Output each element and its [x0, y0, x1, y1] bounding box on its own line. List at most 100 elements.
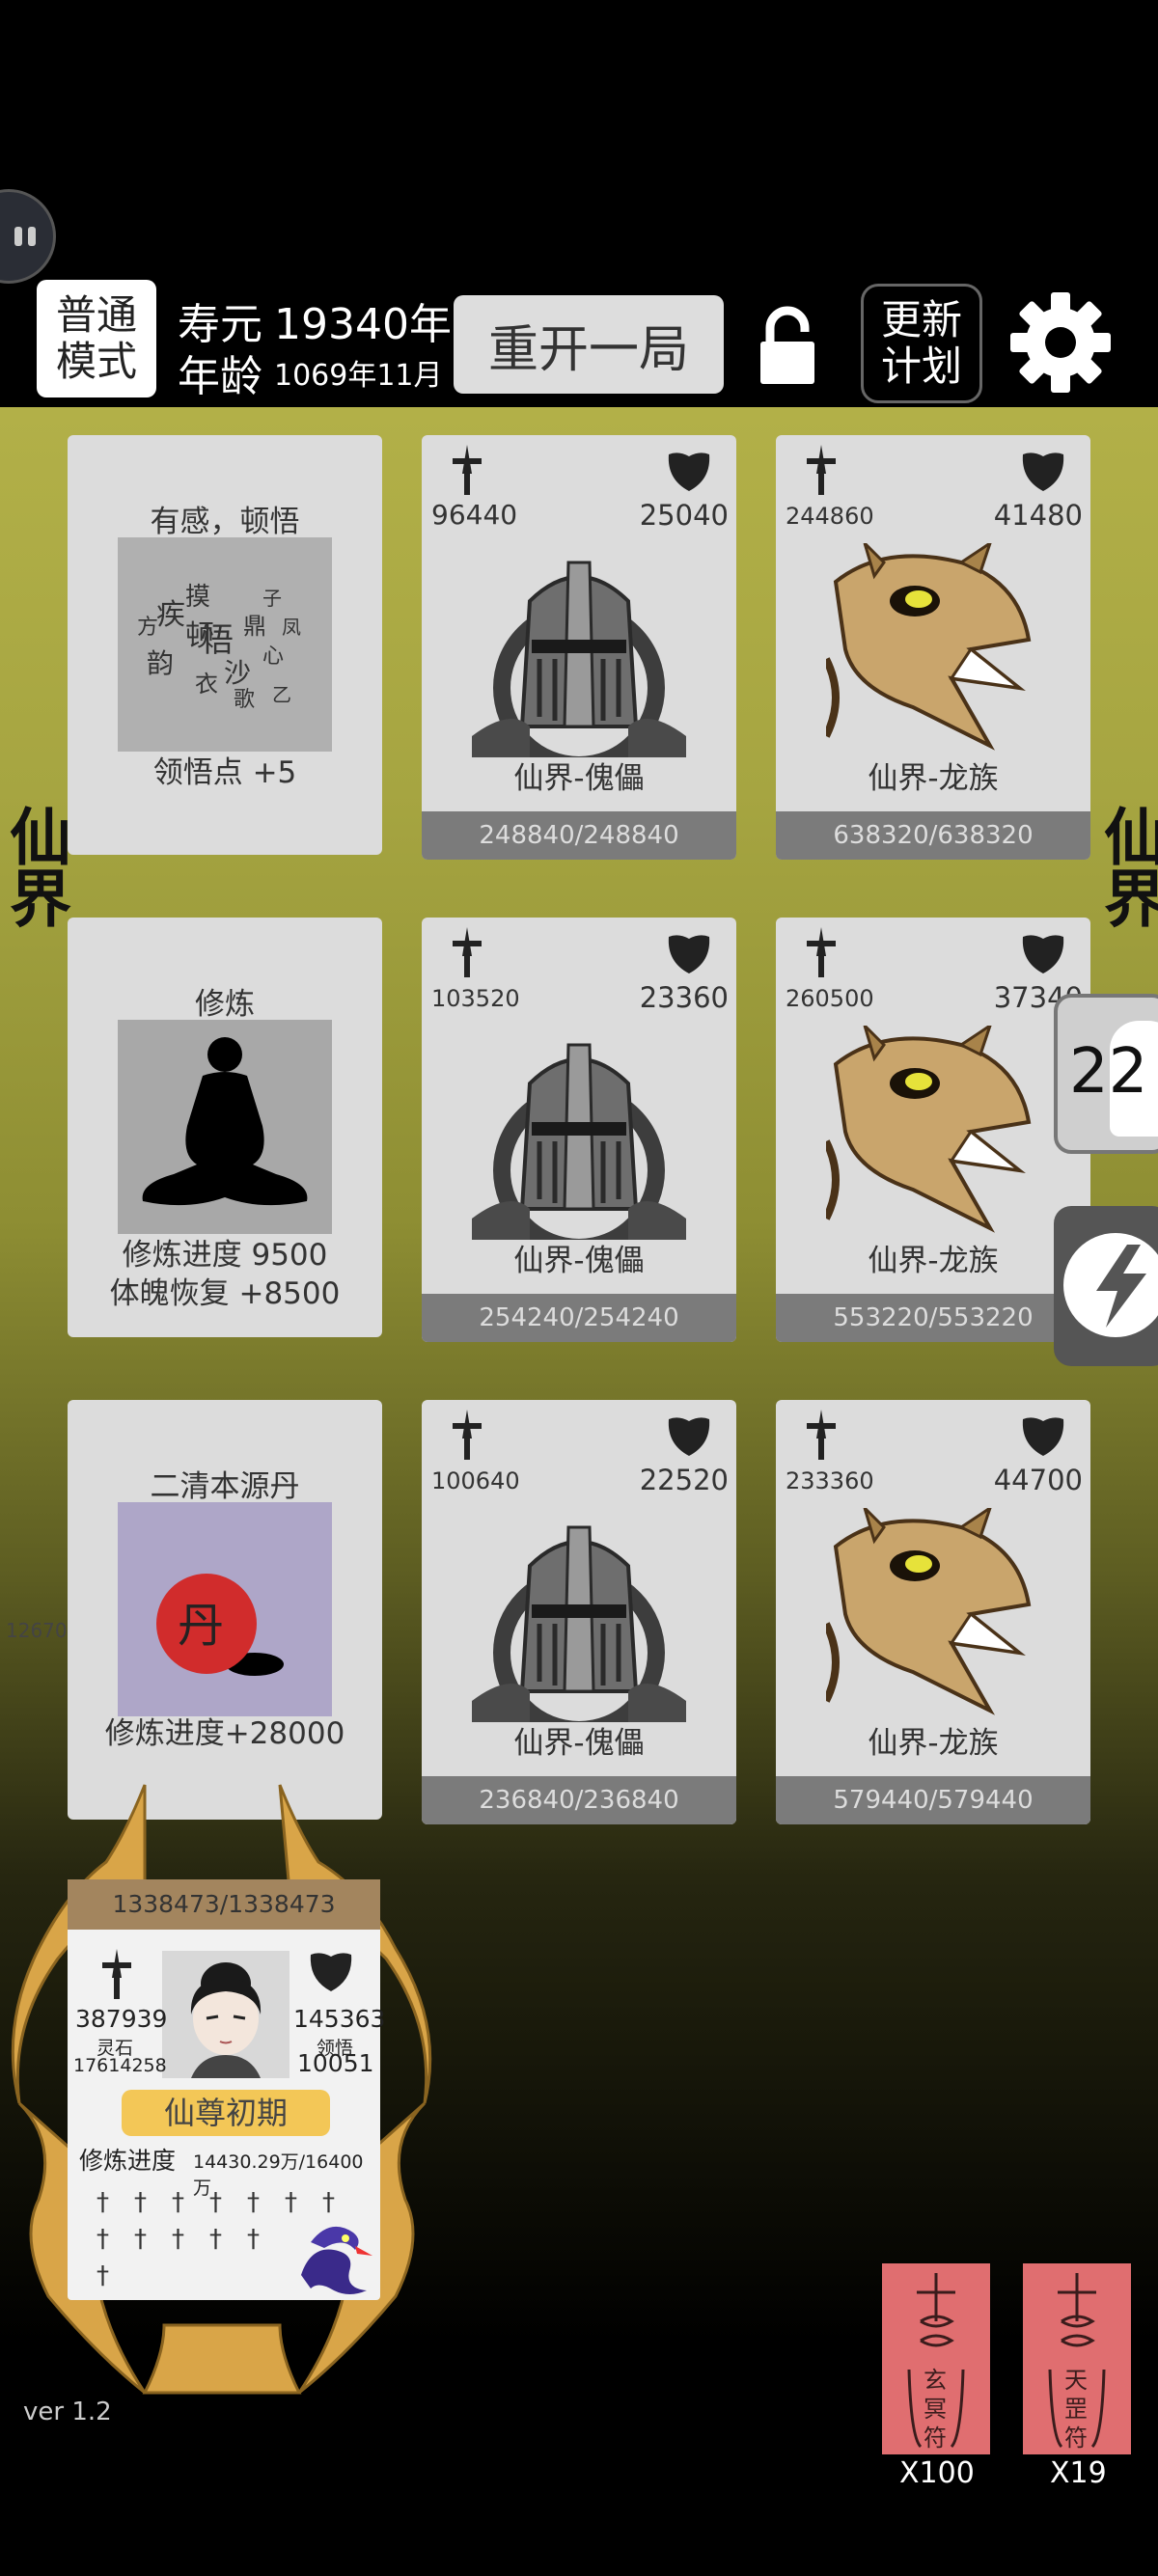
enemy-attack: 96440: [431, 499, 518, 531]
pause-icon-2: [28, 227, 36, 246]
dragon-image: [826, 1026, 1040, 1240]
assist-float-button[interactable]: [0, 189, 56, 284]
event-card-title: 二清本源丹: [150, 1469, 300, 1504]
sword-icon: [451, 1410, 483, 1464]
restart-label: 重开一局: [487, 320, 689, 379]
enemy-defense: 44700: [993, 1464, 1083, 1496]
meditation-image: [118, 1020, 332, 1234]
svg-text:沙: 沙: [224, 657, 251, 689]
event-card-title: 修炼: [195, 987, 255, 1022]
enemy-hp-bar: 579440/579440: [776, 1776, 1090, 1824]
talisman-card-2[interactable]: 天罡符: [1023, 2263, 1131, 2454]
inventory-sword-icon: †: [134, 2225, 147, 2254]
enemy-attack: 244860: [786, 503, 874, 530]
enemy-hp-bar: 254240/254240: [422, 1294, 736, 1342]
inventory-sword-icon: †: [96, 2225, 109, 2254]
skip-battle-button[interactable]: [1054, 1206, 1158, 1366]
shield-icon: [1021, 451, 1065, 495]
inventory-sword-icon: †: [96, 2261, 109, 2290]
talisman-card-1[interactable]: 玄冥符: [882, 2263, 990, 2454]
inventory-sword-icon: †: [172, 2188, 184, 2217]
update-plan-label: 更新计划: [880, 296, 962, 390]
right-realm-label: 仙界: [1093, 805, 1158, 928]
update-plan-button[interactable]: 更新计划: [861, 284, 982, 403]
inventory-sword-icon: †: [96, 2188, 109, 2217]
sword-icon: [805, 1410, 838, 1464]
age-value: 1069年11月: [274, 359, 443, 393]
talisman-2-text: 天罡符: [1064, 2367, 1088, 2452]
enemy-attack: 103520: [431, 985, 520, 1012]
realm-badge: 仙尊初期: [122, 2090, 330, 2136]
event-card-pill[interactable]: 二清本源丹 丹 修炼进度+28000: [68, 1400, 382, 1820]
hand-count-button[interactable]: 22: [1054, 994, 1158, 1154]
enemy-attack: 100640: [431, 1467, 520, 1494]
enemy-name: 仙界-傀儡: [513, 761, 645, 796]
svg-text:疾: 疾: [156, 598, 185, 632]
inventory-sword-icon: †: [247, 2225, 260, 2254]
pill-image: 丹: [118, 1502, 332, 1716]
hand-count: 22: [1069, 1036, 1148, 1108]
enemy-hp-bar: 638320/638320: [776, 811, 1090, 860]
talisman-1-count: X100: [899, 2456, 975, 2490]
restart-button[interactable]: 重开一局: [454, 295, 724, 394]
enemy-card[interactable]: 100640 22520 仙界-傀儡 236840/236840: [422, 1400, 736, 1824]
lifespan-value: 19340年: [274, 300, 452, 349]
player-portrait: [162, 1951, 290, 2078]
inventory-sword-icon: †: [209, 2188, 222, 2217]
svg-text:顿: 顿: [185, 619, 214, 653]
enemy-card[interactable]: 260500 37340 仙界-龙族 553220/553220: [776, 918, 1090, 1342]
enemy-attack: 233360: [786, 1467, 874, 1494]
inventory-sword-icon: †: [134, 2188, 147, 2217]
spirit-stone-value: 17614258: [73, 2055, 167, 2076]
event-card-title: 有感，顿悟: [150, 505, 300, 539]
mode-button[interactable]: 普通模式: [37, 280, 156, 397]
pause-icon: [14, 227, 22, 246]
enemy-defense: 22520: [639, 1464, 729, 1496]
shield-icon: [667, 1415, 711, 1460]
insight-value: 10051: [297, 2049, 374, 2077]
event-card-cultivate[interactable]: 修炼 修炼进度 9500 体魄恢复 +8500: [68, 918, 382, 1337]
dragon-image: [826, 543, 1040, 757]
enemy-name: 仙界-傀儡: [513, 1244, 645, 1278]
event-card-desc: 修炼进度 9500: [122, 1238, 328, 1273]
sword-icon: [451, 927, 483, 981]
shield-icon: [1021, 933, 1065, 977]
golem-image: [472, 1026, 686, 1240]
sword-icon: [805, 445, 838, 499]
svg-text:衣: 衣: [195, 671, 218, 698]
enemy-card[interactable]: 96440 25040 仙界-傀儡 248840/248840: [422, 435, 736, 860]
svg-text:子: 子: [262, 587, 282, 610]
svg-text:韵: 韵: [147, 647, 174, 679]
player-sword-icon: [100, 1949, 133, 2003]
svg-text:鼎: 鼎: [243, 613, 266, 640]
gear-icon[interactable]: [1009, 291, 1112, 394]
mode-label: 普通模式: [55, 291, 137, 385]
event-card-desc: 领悟点 +5: [152, 755, 297, 790]
talisman-1-text: 玄冥符: [924, 2367, 947, 2452]
svg-text:摸: 摸: [185, 583, 210, 612]
svg-text:歌: 歌: [234, 688, 255, 712]
golem-image: [472, 543, 686, 757]
lock-icon[interactable]: [757, 305, 818, 386]
enemy-card[interactable]: 244860 41480 仙界-龙族 638320/638320: [776, 435, 1090, 860]
player-attack: 387939: [75, 2005, 168, 2033]
enemy-defense: 25040: [639, 499, 729, 532]
talisman-2-count: X19: [1050, 2456, 1107, 2490]
event-card-desc-2: 体魄恢复 +8500: [109, 1276, 341, 1311]
sword-icon: [451, 445, 483, 499]
enemy-hp-bar: 553220/553220: [776, 1294, 1090, 1342]
enemy-attack: 260500: [786, 985, 874, 1012]
svg-text:心: 心: [262, 644, 284, 669]
progress-label: 修炼进度: [79, 2147, 177, 2175]
player-card[interactable]: 1338473/1338473 387939 灵石 17614258 14536…: [68, 1879, 385, 2300]
enemy-card[interactable]: 233360 44700 仙界-龙族 579440/579440: [776, 1400, 1090, 1824]
enemy-name: 仙界-傀儡: [513, 1726, 645, 1761]
player-shield-icon: [309, 1951, 353, 1995]
calligraphy-image: 疾摸 悟顿 韵鼎 心沙 衣歌 子方 乙凤: [118, 537, 332, 752]
sword-icon: [805, 927, 838, 981]
left-realm-label: 仙界: [0, 805, 70, 928]
shield-icon: [1021, 1415, 1065, 1460]
inventory-sword-icon: †: [209, 2225, 222, 2254]
event-card-insight[interactable]: 有感，顿悟 疾摸 悟顿 韵鼎 心沙 衣歌 子方 乙凤 领悟点 +5: [68, 435, 382, 855]
enemy-card[interactable]: 103520 23360 仙界-傀儡 254240/254240: [422, 918, 736, 1342]
